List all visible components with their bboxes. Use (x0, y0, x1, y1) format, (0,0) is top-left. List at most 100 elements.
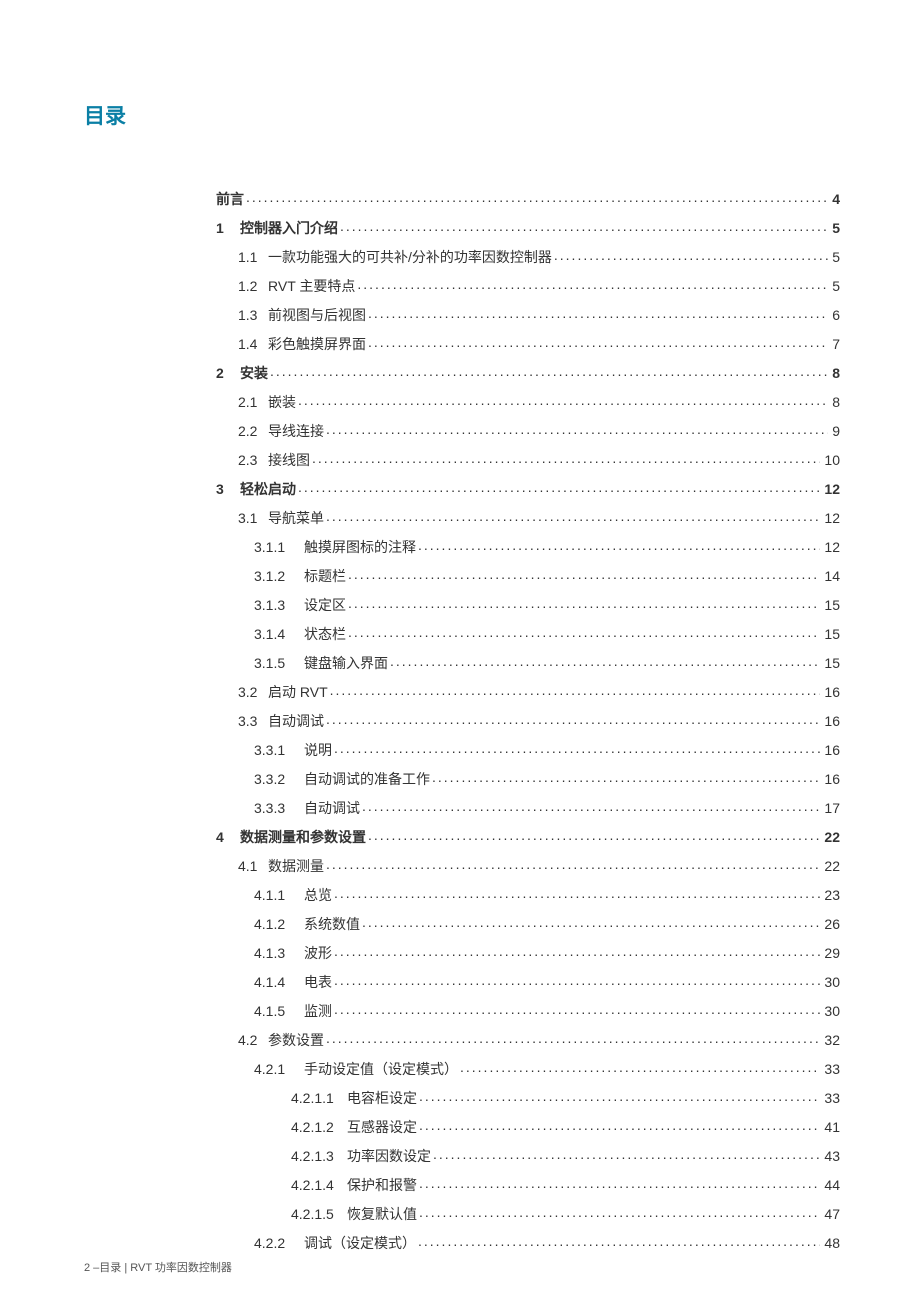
toc-entry-title: 参数设置 (268, 1033, 326, 1047)
toc-entry[interactable]: 4.1.2系统数值26 (254, 915, 840, 931)
toc-entry-number: 4.1 (238, 859, 268, 873)
toc-entry[interactable]: 3.2启动 RVT16 (238, 683, 840, 699)
toc-entry[interactable]: 3.1.2标题栏14 (254, 567, 840, 583)
toc-entry[interactable]: 3.1.5键盘输入界面15 (254, 654, 840, 670)
toc-entry-number: 4.2.1.2 (291, 1120, 347, 1134)
toc-entry[interactable]: 2.2导线连接9 (238, 422, 840, 438)
toc-leader-dots (362, 915, 820, 929)
toc-entry-title: 数据测量和参数设置 (240, 830, 368, 844)
toc-entry[interactable]: 1控制器入门介绍5 (216, 219, 840, 235)
toc-entry[interactable]: 4.1.3波形29 (254, 944, 840, 960)
toc-entry-page: 26 (820, 917, 840, 931)
toc-entry[interactable]: 2.1嵌装8 (238, 393, 840, 409)
toc-leader-dots (334, 886, 820, 900)
toc-entry-page: 48 (820, 1236, 840, 1250)
toc-entry-number: 1.3 (238, 308, 268, 322)
toc-entry[interactable]: 4.2参数设置32 (238, 1031, 840, 1047)
toc-leader-dots (419, 1205, 820, 1219)
toc-entry-title: 数据测量 (268, 859, 326, 873)
toc-entry[interactable]: 3.3自动调试16 (238, 712, 840, 728)
toc-entry[interactable]: 4.1.1总览23 (254, 886, 840, 902)
toc-entry-number: 3.1.2 (254, 569, 304, 583)
toc-entry-title: 前言 (216, 192, 246, 206)
toc-entry[interactable]: 3.1导航菜单12 (238, 509, 840, 525)
toc-entry-title: RVT 主要特点 (268, 279, 357, 293)
toc-entry-number: 4.2 (238, 1033, 268, 1047)
toc-leader-dots (419, 1118, 820, 1132)
toc-entry[interactable]: 2.3接线图10 (238, 451, 840, 467)
toc-entry-number: 4.1.1 (254, 888, 304, 902)
toc-entry[interactable]: 2安装8 (216, 364, 840, 380)
toc-entry-title: 彩色触摸屏界面 (268, 337, 368, 351)
toc-entry-page: 4 (828, 192, 840, 206)
toc-entry-number: 4.1.4 (254, 975, 304, 989)
toc-entry-page: 14 (820, 569, 840, 583)
toc-leader-dots (326, 509, 820, 523)
toc-leader-dots (348, 596, 820, 610)
toc-leader-dots (368, 306, 828, 320)
toc-entry[interactable]: 4数据测量和参数设置22 (216, 828, 840, 844)
toc-leader-dots (348, 567, 820, 581)
toc-entry[interactable]: 4.2.1.4保护和报警44 (291, 1176, 840, 1192)
page-footer: 2 –目录 | RVT 功率因数控制器 (84, 1259, 232, 1275)
toc-entry-number: 1 (216, 221, 240, 235)
toc-entry-page: 5 (828, 221, 840, 235)
toc-entry[interactable]: 1.4彩色触摸屏界面7 (238, 335, 840, 351)
toc-entry[interactable]: 3.1.4状态栏15 (254, 625, 840, 641)
toc-leader-dots (348, 625, 820, 639)
toc-entry[interactable]: 3.1.1触摸屏图标的注释12 (254, 538, 840, 554)
toc-entry[interactable]: 1.3前视图与后视图6 (238, 306, 840, 322)
toc-entry-page: 9 (828, 424, 840, 438)
toc-entry[interactable]: 4.2.1手动设定值（设定模式） 33 (254, 1060, 840, 1076)
toc-entry[interactable]: 3.3.1说明16 (254, 741, 840, 757)
toc-entry-page: 33 (820, 1091, 840, 1105)
toc-entry-number: 3.3 (238, 714, 268, 728)
toc-leader-dots (357, 277, 828, 291)
toc-entry[interactable]: 4.1.5监测30 (254, 1002, 840, 1018)
toc-entry-title: 安装 (240, 366, 270, 380)
toc-entry-title: 说明 (304, 743, 334, 757)
toc-entry[interactable]: 1.2RVT 主要特点5 (238, 277, 840, 293)
toc-entry-number: 3.1 (238, 511, 268, 525)
toc-leader-dots (418, 538, 820, 552)
toc-entry-title: 一款功能强大的可共补/分补的功率因数控制器 (268, 250, 554, 264)
toc-entry-number: 4.2.1.3 (291, 1149, 347, 1163)
toc-entry-number: 1.2 (238, 279, 268, 293)
toc-entry-title: 导航菜单 (268, 511, 326, 525)
toc-entry[interactable]: 4.2.2调试（设定模式）48 (254, 1234, 840, 1250)
toc-entry[interactable]: 1.1一款功能强大的可共补/分补的功率因数控制器5 (238, 248, 840, 264)
toc-leader-dots (419, 1176, 820, 1190)
toc-entry-number: 3.3.3 (254, 801, 304, 815)
toc-leader-dots (390, 654, 820, 668)
toc-entry-number: 4.2.1 (254, 1062, 304, 1076)
toc-entry[interactable]: 3.3.2自动调试的准备工作16 (254, 770, 840, 786)
toc-entry[interactable]: 4.2.1.5恢复默认值47 (291, 1205, 840, 1221)
toc-entry-title: 导线连接 (268, 424, 326, 438)
toc-entry[interactable]: 3轻松启动12 (216, 480, 840, 496)
toc-entry[interactable]: 4.2.1.3功率因数设定43 (291, 1147, 840, 1163)
toc-leader-dots (432, 770, 820, 784)
toc-entry-number: 2 (216, 366, 240, 380)
toc-entry[interactable]: 4.2.1.2互感器设定41 (291, 1118, 840, 1134)
toc-entry-title: 手动设定值（设定模式） (304, 1062, 460, 1076)
toc-entry-page: 15 (820, 598, 840, 612)
toc-entry-page: 33 (820, 1062, 840, 1076)
toc-entry-page: 41 (820, 1120, 840, 1134)
toc-entry[interactable]: 前言 4 (216, 190, 840, 206)
toc-entry[interactable]: 3.1.3设定区 15 (254, 596, 840, 612)
toc-entry-number: 2.1 (238, 395, 268, 409)
toc-entry-page: 29 (820, 946, 840, 960)
toc-entry[interactable]: 4.1数据测量22 (238, 857, 840, 873)
toc-entry-page: 16 (820, 772, 840, 786)
toc-entry-number: 4 (216, 830, 240, 844)
toc-leader-dots (334, 973, 820, 987)
toc-entry-number: 3.1.4 (254, 627, 304, 641)
toc-entry[interactable]: 3.3.3自动调试17 (254, 799, 840, 815)
toc-entry-page: 5 (828, 250, 840, 264)
toc-entry-page: 12 (820, 482, 840, 496)
toc-entry-title: 设定区 (304, 598, 348, 612)
toc-entry[interactable]: 4.1.4电表30 (254, 973, 840, 989)
toc-entry-page: 10 (820, 453, 840, 467)
toc-entry-number: 3.1.3 (254, 598, 304, 612)
toc-entry[interactable]: 4.2.1.1电容柜设定33 (291, 1089, 840, 1105)
